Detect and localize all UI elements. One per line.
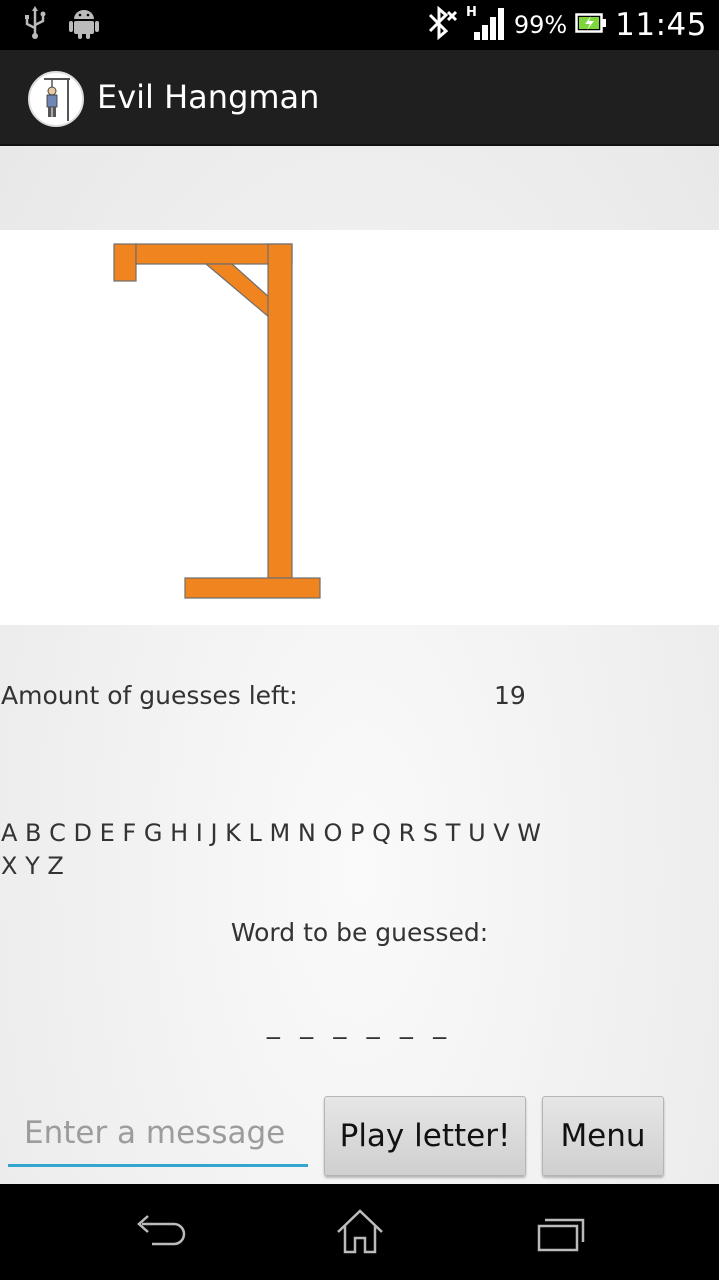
play-letter-button[interactable]: Play letter! <box>324 1096 526 1176</box>
signal-icon: H <box>466 4 506 46</box>
game-screen: Amount of guesses left: 19 A B C D E F G… <box>0 146 719 1184</box>
gallows-post <box>267 243 293 579</box>
gallows-rope-block <box>113 243 137 282</box>
clock: 11:45 <box>615 7 707 43</box>
guesses-left-label: Amount of guesses left: <box>1 681 298 710</box>
gallows-drawing <box>0 230 719 625</box>
letter-input[interactable] <box>8 1101 308 1167</box>
guesses-left-value: 19 <box>494 681 526 710</box>
available-letters: A B C D E F G H I J K L M N O P Q R S T … <box>1 819 542 847</box>
word-display: _ _ _ _ _ _ <box>266 1010 453 1040</box>
navigation-bar <box>0 1184 719 1280</box>
gallows-brace <box>204 263 271 320</box>
hangman-app-icon[interactable] <box>28 71 84 127</box>
word-label: Word to be guessed: <box>230 918 489 947</box>
android-icon <box>68 6 100 44</box>
gallows-base <box>184 577 321 599</box>
bluetooth-icon <box>424 5 458 44</box>
back-icon[interactable] <box>130 1206 190 1256</box>
usb-icon <box>22 6 48 44</box>
menu-button[interactable]: Menu <box>542 1096 664 1176</box>
available-letters-continued: X Y Z <box>1 852 64 880</box>
home-icon[interactable] <box>330 1206 390 1256</box>
battery-percent: 99% <box>513 11 568 39</box>
svg-text:H: H <box>466 5 477 20</box>
recent-apps-icon[interactable] <box>530 1206 590 1256</box>
action-bar: Evil Hangman <box>0 50 719 146</box>
status-bar: H 99% 11:45 <box>0 0 719 50</box>
app-title: Evil Hangman <box>97 78 320 116</box>
battery-icon <box>575 11 607 39</box>
